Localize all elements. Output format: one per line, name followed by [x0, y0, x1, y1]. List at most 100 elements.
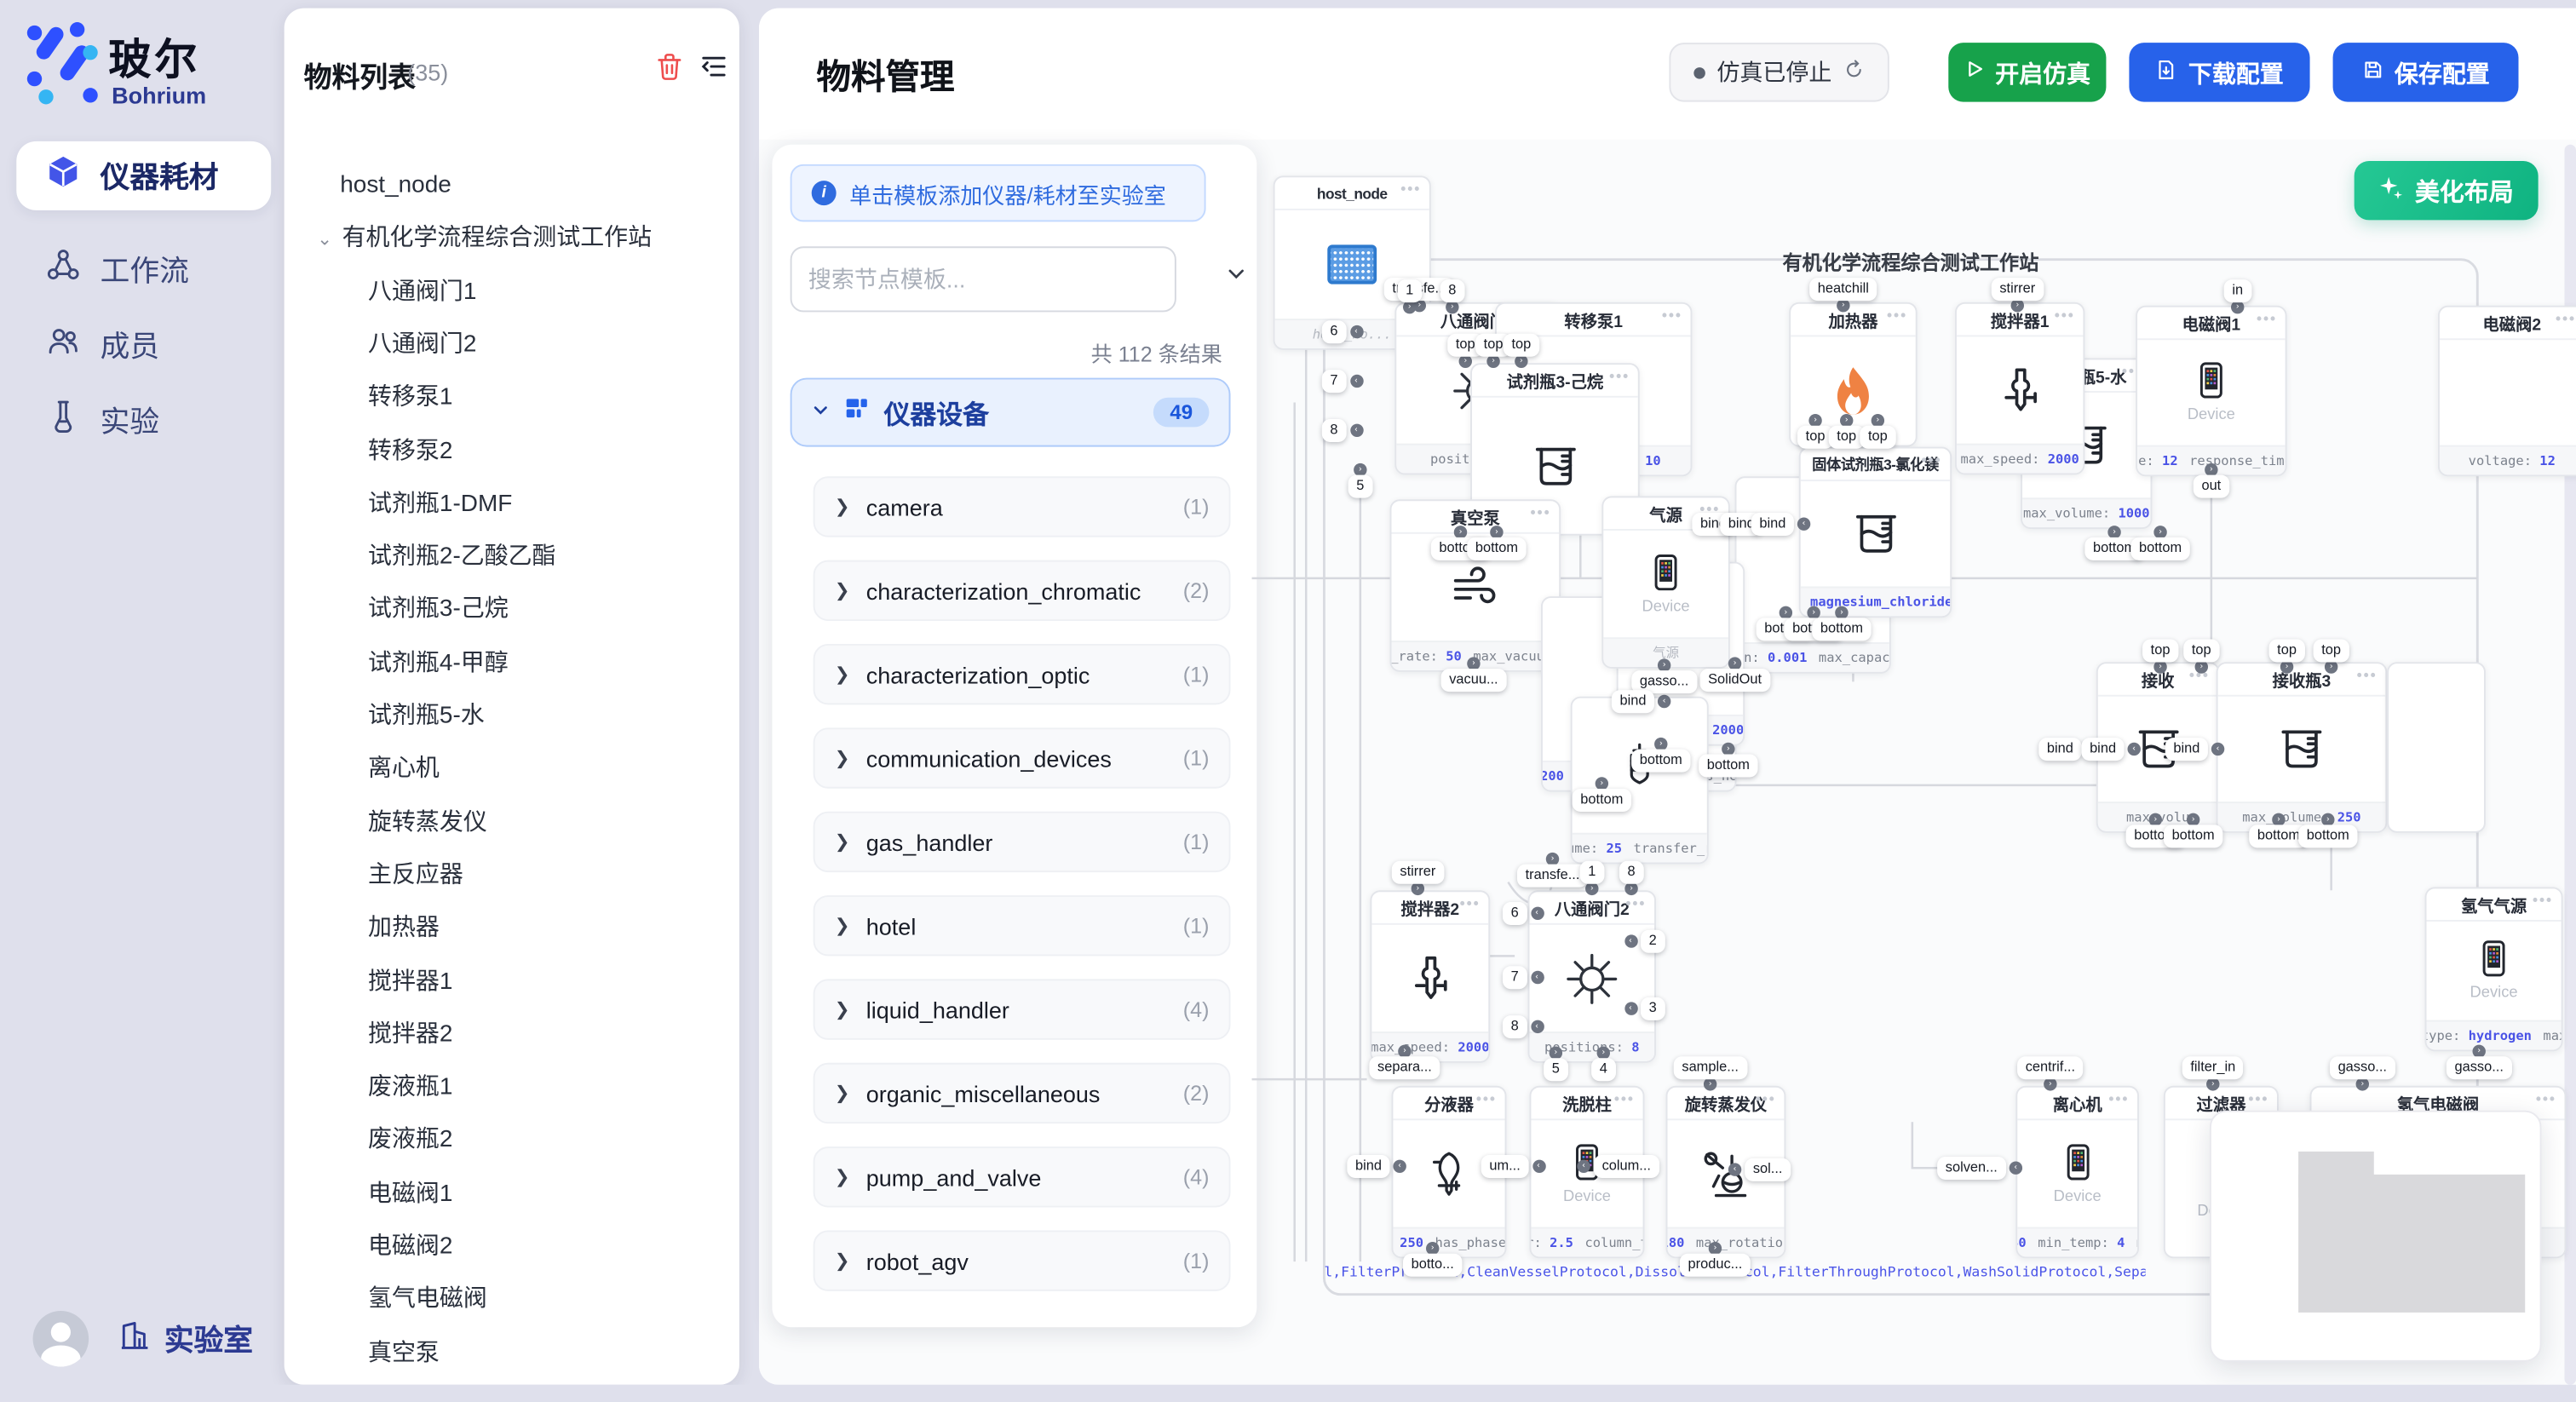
port-label[interactable]: top — [2314, 639, 2349, 662]
beautify-layout-button[interactable]: 美化布局 — [2355, 161, 2539, 220]
canvas-node[interactable]: 电磁阀2•••voltage: 12 — [2438, 306, 2576, 477]
port-handle-icon[interactable]: ‹ — [1530, 907, 1543, 920]
port-label[interactable]: centrif... — [2017, 1056, 2084, 1079]
material-item[interactable]: 八通阀门2 — [285, 319, 739, 371]
material-item[interactable]: 废液瓶1 — [285, 1061, 739, 1114]
material-item[interactable]: 废液瓶2 — [285, 1114, 739, 1167]
port-label[interactable]: bottom — [1812, 618, 1871, 641]
port-handle-icon[interactable]: › — [2044, 1077, 2056, 1090]
port-label[interactable]: top — [1860, 426, 1895, 449]
port-label[interactable]: stirrer — [1992, 278, 2044, 301]
port-label[interactable]: bottom — [2298, 825, 2357, 848]
node-menu-icon[interactable]: ••• — [2248, 1092, 2268, 1106]
flow-canvas[interactable]: 有机化学流程综合测试工作站 美化布局 host_node•••host_no..… — [759, 140, 2576, 1385]
port-label[interactable]: solven... — [1937, 1157, 2005, 1180]
material-item[interactable]: 主反应器 — [285, 849, 739, 902]
port-handle-icon[interactable]: › — [2280, 660, 2293, 673]
port-handle-icon[interactable]: ‹ — [1349, 325, 1362, 338]
canvas-node[interactable]: 搅拌器1•••max_speed: 2000 — [1955, 302, 2084, 474]
port-handle-icon[interactable]: ‹ — [2127, 743, 2140, 756]
canvas-node[interactable]: 电磁阀1•••Devicevoltage: 12response_time: 0… — [2136, 306, 2286, 477]
node-menu-icon[interactable]: ••• — [1625, 897, 1646, 911]
port-label[interactable]: sample... — [1674, 1056, 1747, 1079]
port-label[interactable]: 5 — [1348, 475, 1372, 498]
port-handle-icon[interactable]: ‹ — [1393, 1160, 1406, 1173]
port-handle-icon[interactable]: ‹ — [1658, 695, 1670, 708]
port-label[interactable]: out — [2194, 475, 2229, 498]
material-item[interactable]: 氢气电磁阀 — [285, 1273, 739, 1326]
port-label[interactable]: colum... — [1594, 1155, 1659, 1178]
port-handle-icon[interactable]: ‹ — [1530, 1020, 1543, 1033]
port-label[interactable]: bottom — [2130, 537, 2189, 560]
port-label[interactable]: 8 — [1322, 419, 1346, 442]
port-label[interactable]: 4 — [1591, 1058, 1615, 1081]
port-handle-icon[interactable]: ‹ — [1532, 1160, 1544, 1173]
canvas-node[interactable] — [2387, 662, 2486, 833]
port-handle-icon[interactable]: ‹ — [1349, 375, 1362, 388]
node-menu-icon[interactable]: ••• — [2533, 893, 2553, 908]
port-handle-icon[interactable]: › — [1486, 355, 1499, 368]
port-label[interactable]: bind — [1751, 513, 1794, 536]
port-label[interactable]: bottom — [1699, 754, 1757, 777]
port-label[interactable]: vacuu... — [1441, 669, 1507, 692]
port-label[interactable]: transfe... — [1517, 865, 1588, 888]
port-label[interactable]: SolidOut — [1699, 669, 1769, 692]
port-label[interactable]: stirrer — [1392, 861, 1444, 884]
material-item[interactable]: 电磁阀1 — [285, 1168, 739, 1221]
material-item[interactable]: 搅拌器1 — [285, 955, 739, 1008]
port-label[interactable]: 3 — [1641, 997, 1665, 1020]
port-label[interactable]: 8 — [1503, 1015, 1527, 1038]
port-handle-icon[interactable]: › — [1704, 1077, 1716, 1090]
port-label[interactable]: 7 — [1322, 370, 1346, 393]
port-label[interactable]: bind — [2081, 738, 2124, 761]
node-menu-icon[interactable]: ••• — [1614, 1092, 1635, 1106]
port-label[interactable]: top — [2269, 639, 2305, 662]
port-handle-icon[interactable]: › — [2231, 301, 2244, 313]
port-handle-icon[interactable]: › — [1403, 301, 1416, 313]
node-menu-icon[interactable]: ••• — [2108, 1092, 2129, 1106]
material-item[interactable]: 电磁阀2 — [285, 1221, 739, 1273]
port-handle-icon[interactable]: ‹ — [2010, 1161, 2022, 1174]
material-item[interactable]: 离心机 — [285, 743, 739, 796]
port-label[interactable]: heatchill — [1809, 278, 1877, 301]
port-label[interactable]: 8 — [1619, 861, 1643, 884]
material-item[interactable]: 转移泵1 — [285, 371, 739, 424]
canvas-node[interactable]: max_volume: 25transfer_rate: 10 — [1571, 697, 1709, 865]
port-label[interactable]: 6 — [1503, 902, 1527, 925]
node-menu-icon[interactable]: ••• — [1922, 453, 1942, 468]
port-handle-icon[interactable]: ‹ — [1349, 424, 1362, 437]
material-item[interactable]: ⌄有机化学流程综合测试工作站 — [285, 212, 739, 265]
node-menu-icon[interactable]: ••• — [1756, 1092, 1776, 1106]
canvas-node[interactable]: 真空泵•••pump_rate: 50max_vacuum: 0.1 — [1390, 499, 1561, 671]
port-handle-icon[interactable]: ‹ — [1728, 1163, 1741, 1175]
canvas-node[interactable]: 八通阀门2•••positions: 8 — [1528, 890, 1656, 1062]
port-handle-icon[interactable]: › — [1446, 301, 1458, 313]
port-label[interactable]: bottom — [1631, 750, 1690, 773]
sidebar-item-instruments[interactable]: 仪器耗材 — [16, 141, 271, 210]
port-label[interactable]: 5 — [1544, 1058, 1567, 1081]
port-label[interactable]: gasso... — [2330, 1056, 2395, 1079]
canvas-node[interactable]: 接收瓶3•••max_volume: 250 — [2217, 662, 2388, 833]
node-menu-icon[interactable]: ••• — [2556, 312, 2576, 326]
sidebar-item-experiments[interactable]: 实验 — [16, 386, 271, 455]
node-menu-icon[interactable]: ••• — [1476, 1092, 1497, 1106]
canvas-node[interactable]: 固体试剂瓶3-氯化镁•••agent: magnesium_chlorideph… — [1799, 447, 1952, 618]
node-menu-icon[interactable]: ••• — [1609, 370, 1630, 384]
port-label[interactable]: 6 — [1322, 320, 1346, 343]
port-label[interactable]: 1 — [1580, 861, 1604, 884]
port-label[interactable]: bind — [1612, 690, 1654, 713]
port-handle-icon[interactable]: › — [2195, 660, 2208, 673]
port-label[interactable]: botto... — [1403, 1254, 1462, 1277]
port-label[interactable]: top — [2183, 639, 2219, 662]
material-item[interactable]: 转移泵2 — [285, 425, 739, 478]
port-handle-icon[interactable]: › — [2011, 299, 2024, 312]
material-item[interactable]: 试剂瓶1-DMF — [285, 478, 739, 531]
sidebar-item-members[interactable]: 成员 — [16, 310, 271, 379]
chevron-down-icon[interactable]: ⌄ — [317, 231, 332, 250]
material-item[interactable]: 加热器 — [285, 902, 739, 955]
node-menu-icon[interactable]: ••• — [2257, 312, 2277, 326]
node-menu-icon[interactable]: ••• — [1400, 182, 1421, 197]
port-label[interactable]: bind — [2165, 738, 2208, 761]
material-item[interactable]: 搅拌器2 — [285, 1008, 739, 1061]
port-handle-icon[interactable]: › — [2153, 660, 2166, 673]
